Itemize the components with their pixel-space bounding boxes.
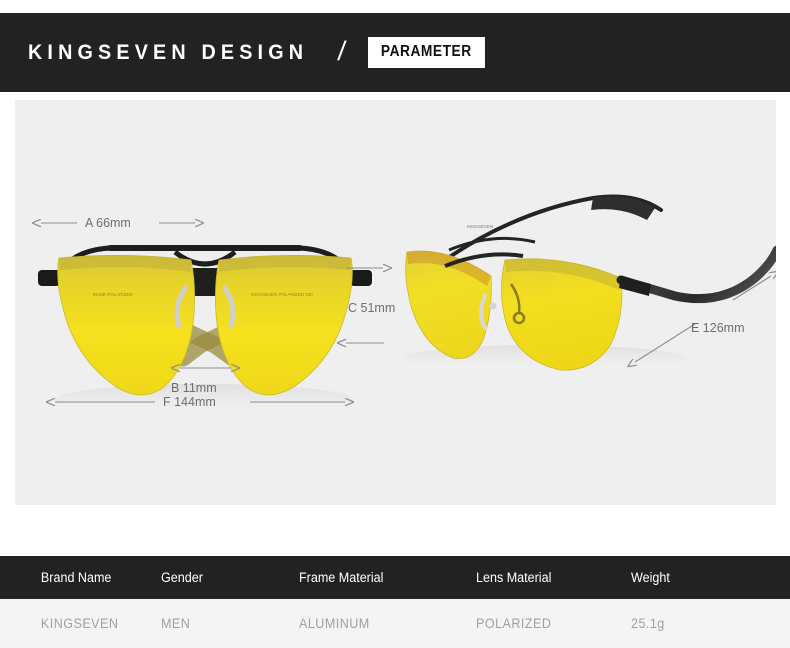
header-separator: / xyxy=(336,36,348,66)
dimension-F-label: F 144mm xyxy=(163,395,216,409)
dimension-C-label: C 51mm xyxy=(348,301,395,315)
product-photo-panel: MADE POLARIZED KINGSEVEN POLARIZED 100 A… xyxy=(15,100,776,505)
spec-header-frame-material: Frame Material xyxy=(299,570,384,585)
spec-value-brand-name: KINGSEVEN xyxy=(40,616,119,631)
dimension-A: A 66mm xyxy=(41,216,195,230)
product-photo-wrap: MADE POLARIZED KINGSEVEN POLARIZED 100 A… xyxy=(0,92,790,555)
spec-header-lens-material: Lens Material xyxy=(476,570,552,585)
dimension-B-label: B 11mm xyxy=(171,381,217,395)
spec-table: Brand Name Gender Frame Material Lens Ma… xyxy=(0,556,790,648)
dimension-E-label: E 126mm xyxy=(691,321,745,335)
spec-header-brand-name: Brand Name xyxy=(40,570,112,585)
spec-value-frame-material: ALUMINUM xyxy=(299,616,370,631)
spec-header-weight: Weight xyxy=(631,570,670,585)
parameter-badge: PARAMETER xyxy=(367,37,485,68)
product-parameter-page: KINGSEVEN DESIGN / PARAMETER MADE POLARI… xyxy=(0,0,790,648)
svg-text:MADE POLARIZED: MADE POLARIZED xyxy=(93,292,134,297)
dimension-A-label: A 66mm xyxy=(85,216,131,230)
top-white-strip xyxy=(0,0,790,13)
front-view-glasses: MADE POLARIZED KINGSEVEN POLARIZED 100 A… xyxy=(38,216,395,416)
side-view-glasses: KINGSEVEN E 126mm xyxy=(405,194,776,371)
spec-value-lens-material: POLARIZED xyxy=(476,616,552,631)
page-header: KINGSEVEN DESIGN / PARAMETER xyxy=(0,13,790,92)
spec-value-weight: 25.1g xyxy=(631,616,665,631)
spec-header-gender: Gender xyxy=(161,570,203,585)
svg-text:KINGSEVEN: KINGSEVEN xyxy=(467,224,493,229)
svg-text:KINGSEVEN POLARIZED 100: KINGSEVEN POLARIZED 100 xyxy=(251,292,313,297)
spec-table-header-row: Brand Name Gender Frame Material Lens Ma… xyxy=(0,556,790,599)
brand-title: KINGSEVEN DESIGN xyxy=(28,40,309,64)
spec-value-gender: MEN xyxy=(161,616,191,631)
spec-table-value-row: KINGSEVEN MEN ALUMINUM POLARIZED 25.1g xyxy=(0,599,790,648)
